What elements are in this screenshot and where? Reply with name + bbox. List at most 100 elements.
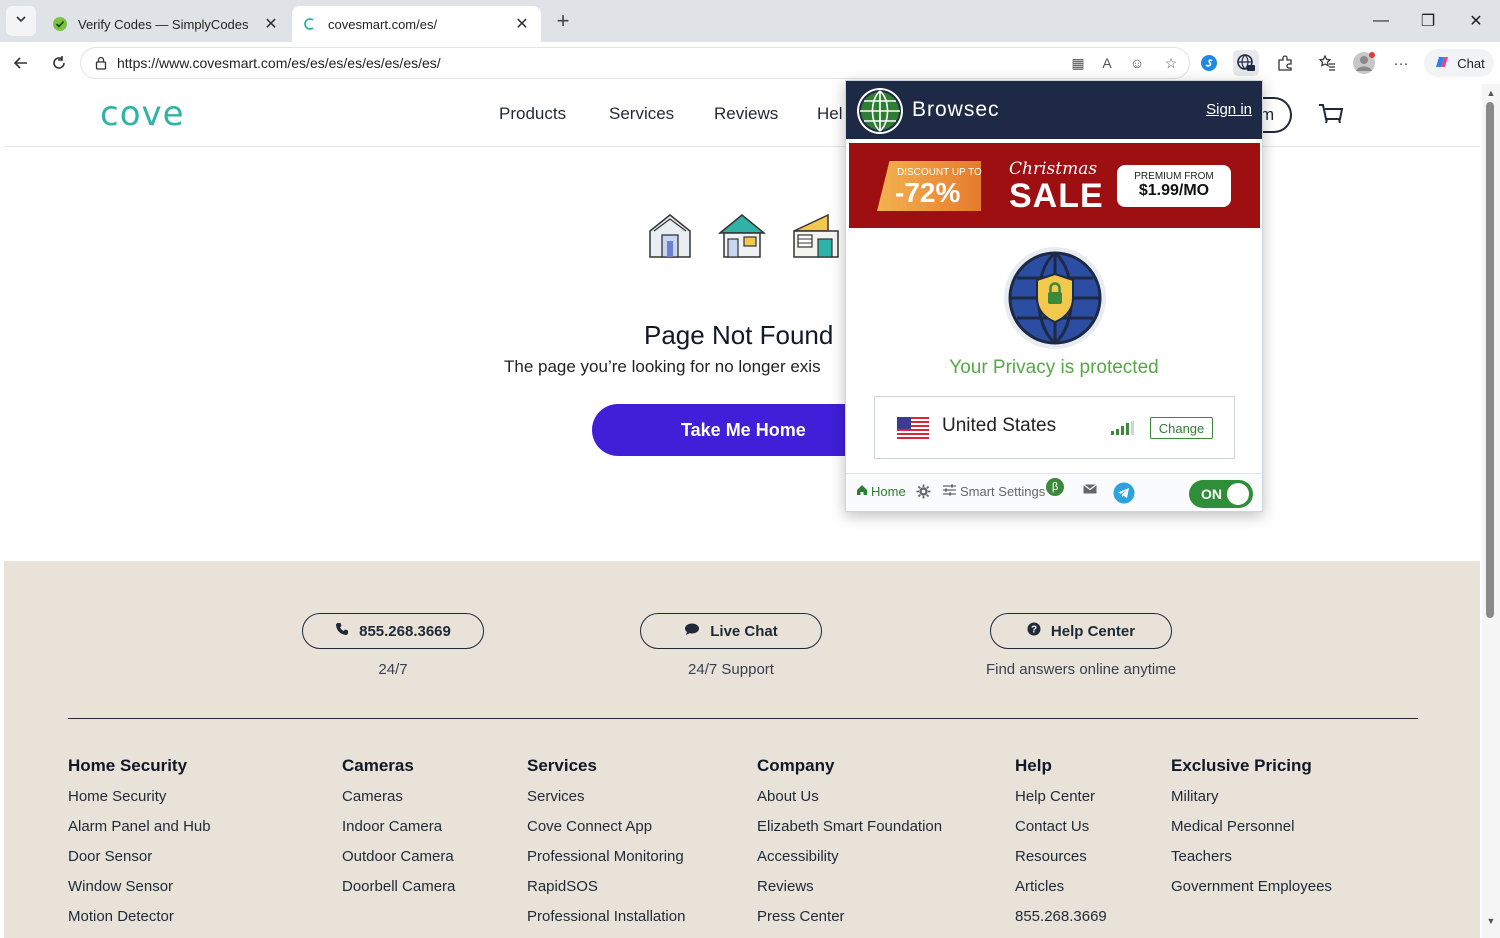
translate-icon[interactable]: A [1096, 52, 1118, 74]
restore-icon[interactable]: ❐ [1415, 8, 1441, 34]
chat-bubble-icon [684, 622, 700, 640]
telegram-icon[interactable] [1113, 482, 1135, 504]
footer-link[interactable]: Resources [1015, 848, 1107, 878]
scroll-up-icon[interactable]: ▲ [1485, 88, 1497, 100]
footer-link[interactable]: Cameras [342, 788, 455, 818]
house-illustrations [644, 209, 840, 261]
favorite-star-icon[interactable]: ☆ [1160, 52, 1182, 74]
footer-link[interactable]: Motion Detector [68, 908, 211, 938]
new-tab-button[interactable]: + [550, 8, 576, 34]
live-chat-button[interactable]: Live Chat [640, 613, 822, 649]
footer-link[interactable]: Elizabeth Smart Foundation [757, 818, 942, 848]
footer-link[interactable]: Professional Installation [527, 908, 685, 938]
footer-link[interactable]: Contact Us [1015, 818, 1107, 848]
tab-covesmart[interactable]: covesmart.com/es/ ✕ [292, 6, 541, 42]
christmas-label: Christmas [1009, 159, 1098, 179]
footer-link[interactable]: Reviews [757, 878, 942, 908]
sign-in-link[interactable]: Sign in [1206, 101, 1252, 118]
emoji-icon[interactable]: ☺ [1126, 52, 1148, 74]
footer-link[interactable]: Services [527, 788, 685, 818]
footer-link[interactable]: Accessibility [757, 848, 942, 878]
refresh-icon[interactable] [46, 50, 72, 76]
footer-link[interactable]: Window Sensor [68, 878, 211, 908]
phone-button[interactable]: 855.268.3669 [302, 613, 484, 649]
tab-bar: Verify Codes — SimplyCodes ✕ covesmart.c… [0, 0, 1500, 42]
change-location-button[interactable]: Change [1150, 417, 1213, 439]
settings-gear-icon[interactable] [916, 484, 931, 499]
simplycodes-favicon-icon [52, 16, 68, 32]
footer-link[interactable]: Outdoor Camera [342, 848, 455, 878]
footer-link[interactable]: Doorbell Camera [342, 878, 455, 908]
footer-link[interactable]: Cove Connect App [527, 818, 685, 848]
address-bar[interactable]: https://www.covesmart.com/es/es/es/es/es… [80, 47, 1190, 79]
page-scrollbar[interactable]: ▲ ▼ [1482, 84, 1500, 938]
mail-icon[interactable] [1083, 484, 1097, 494]
us-flag-icon [897, 417, 929, 439]
smart-settings-label: Smart Settings [960, 484, 1046, 499]
footer-link[interactable]: Teachers [1171, 848, 1332, 878]
tab-title: covesmart.com/es/ [328, 16, 438, 32]
cove-favicon-icon [302, 16, 318, 32]
back-icon[interactable] [8, 50, 34, 76]
beta-badge: β [1046, 478, 1064, 496]
footer-link[interactable]: Press Center [757, 908, 942, 938]
house-icon [644, 209, 696, 261]
home-link[interactable]: Home [856, 484, 906, 499]
favorites-icon[interactable] [1314, 50, 1340, 76]
tab-simplycodes[interactable]: Verify Codes — SimplyCodes ✕ [42, 6, 290, 42]
more-options-icon[interactable]: ··· [1388, 50, 1414, 76]
footer-link[interactable]: Help Center [1015, 788, 1107, 818]
extensions-puzzle-icon[interactable] [1272, 50, 1298, 76]
footer-link[interactable]: Indoor Camera [342, 818, 455, 848]
christmas-sale-banner[interactable]: DISCOUNT UP TO -72% Christmas SALE PREMI… [849, 143, 1260, 228]
sale-label: SALE [1009, 177, 1104, 215]
vpn-on-toggle[interactable]: ON [1189, 480, 1253, 508]
close-window-icon[interactable]: ✕ [1463, 8, 1489, 34]
privacy-status: Your Privacy is protected [949, 357, 1159, 378]
footer-link[interactable]: 855.268.3669 [1015, 908, 1107, 938]
scroll-down-icon[interactable]: ▼ [1485, 916, 1497, 928]
nav-reviews[interactable]: Reviews [714, 104, 778, 124]
footer-link[interactable]: Medical Personnel [1171, 818, 1332, 848]
footer-heading: Home Security [68, 756, 188, 775]
footer-link[interactable]: Articles [1015, 878, 1107, 908]
footer-link[interactable]: Military [1171, 788, 1332, 818]
tab-actions-menu-button[interactable] [6, 6, 36, 36]
footer-divider [68, 718, 1418, 719]
footer-link[interactable]: About Us [757, 788, 942, 818]
close-tab-icon[interactable]: ✕ [513, 14, 531, 34]
footer-heading: Help [1015, 756, 1052, 775]
minimize-icon[interactable]: — [1368, 8, 1394, 34]
footer-link[interactable]: RapidSOS [527, 878, 685, 908]
smart-settings-link[interactable]: Smart Settings [942, 484, 1045, 499]
footer-link[interactable]: Home Security [68, 788, 211, 818]
nav-services[interactable]: Services [609, 104, 674, 124]
location-selector[interactable]: United States Change [874, 396, 1235, 459]
close-tab-icon[interactable]: ✕ [262, 14, 280, 34]
app-available-icon[interactable]: ▦ [1067, 52, 1089, 74]
price-box: PREMIUM FROM $1.99/MO [1117, 165, 1231, 207]
lock-icon[interactable] [93, 55, 109, 71]
footer-link[interactable]: Door Sensor [68, 848, 211, 878]
browsec-popup: Browsec Sign in DISCOUNT UP TO -72% Chri… [845, 80, 1263, 512]
footer-link[interactable]: Professional Monitoring [527, 848, 685, 878]
simplycodes-extension-icon[interactable] [1196, 50, 1222, 76]
help-center-button[interactable]: ? Help Center [990, 613, 1172, 649]
footer-link[interactable]: Government Employees [1171, 878, 1332, 908]
nav-products[interactable]: Products [499, 104, 566, 124]
scrollbar-thumb[interactable] [1486, 102, 1494, 618]
browsec-extension-icon[interactable] [1233, 50, 1259, 76]
footer-column-cameras: Cameras Cameras Indoor Camera Outdoor Ca… [342, 756, 455, 908]
footer-link[interactable]: Alarm Panel and Hub [68, 818, 211, 848]
cart-icon[interactable] [1317, 100, 1345, 128]
copilot-icon [1433, 53, 1451, 74]
live-chat-label: Live Chat [710, 622, 778, 640]
footer-column-services: Services Services Cove Connect App Profe… [527, 756, 685, 938]
profile-avatar-icon[interactable] [1351, 50, 1377, 76]
browsec-brand: Browsec [912, 98, 1000, 121]
copilot-chat-button[interactable]: Chat [1424, 49, 1494, 77]
sliders-icon [942, 484, 957, 499]
footer-column-help: Help Help Center Contact Us Resources Ar… [1015, 756, 1107, 938]
nav-help[interactable]: Hel [817, 104, 843, 124]
cove-logo[interactable]: cove [100, 94, 185, 134]
